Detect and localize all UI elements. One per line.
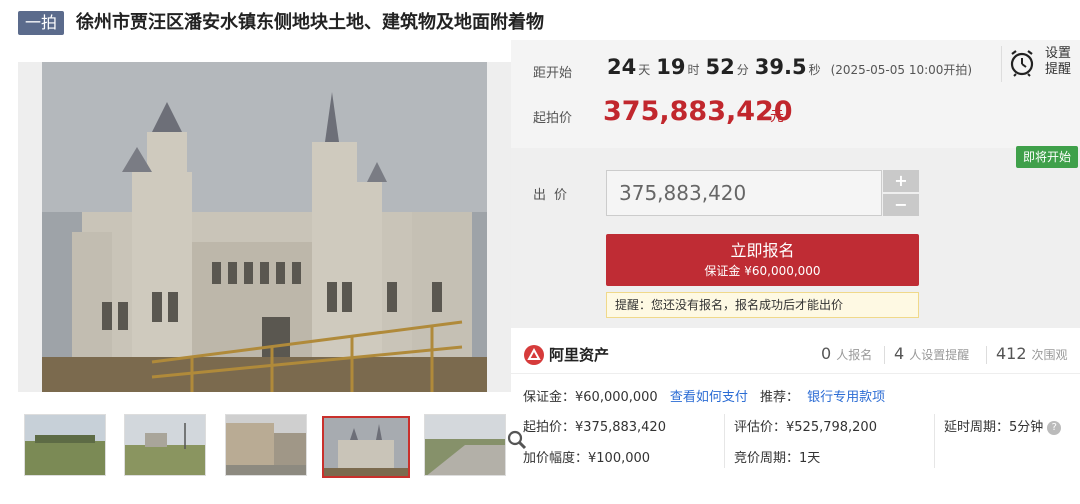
- divider: [986, 346, 987, 364]
- bank-account-link[interactable]: 银行专用款项: [807, 390, 885, 405]
- countdown-days: 24: [607, 55, 637, 79]
- increase-bid-button[interactable]: +: [883, 170, 919, 192]
- days-unit: 天: [638, 63, 651, 77]
- start-price-label: 起拍价: [533, 111, 573, 126]
- register-deposit: 保证金 ¥60,000,000: [704, 264, 821, 278]
- ali-assets-logo-icon: [524, 345, 544, 365]
- register-label: 立即报名: [730, 241, 795, 260]
- alarm-clock-icon: [1010, 50, 1034, 77]
- thumbnail-wall-image: [425, 415, 505, 475]
- reminder-label: 设置提醒: [1045, 46, 1072, 77]
- delay-period-text: 延时周期：5分钟: [944, 420, 1044, 435]
- divider: [1001, 46, 1002, 82]
- castle-photo: [42, 62, 487, 392]
- countdown-label: 距开始: [533, 66, 573, 81]
- auction-round-tag: 一拍: [18, 11, 64, 35]
- bid-amount-input[interactable]: [606, 170, 882, 216]
- registered-stat: 0 人报名: [821, 344, 872, 363]
- registration-tip: 提醒：您还没有报名，报名成功后才能出价: [606, 292, 919, 318]
- countdown-panel: 距开始 24 天 19 时 52 分 39.5 秒 (2025-05-05 10:00开拍) 设…: [511, 40, 1080, 148]
- register-now-button[interactable]: 立即报名 保证金 ¥60,000,000: [606, 234, 919, 286]
- thumbnail-road-image: [125, 415, 205, 475]
- bid-label: 出价: [533, 188, 576, 203]
- thumbnail-2[interactable]: [124, 414, 206, 476]
- page-title: 徐州市贾汪区潘安水镇东侧地块土地、建筑物及地面附着物: [76, 12, 544, 33]
- countdown-seconds: 39.5: [754, 55, 807, 79]
- thumbnail-field-image: [25, 415, 105, 475]
- bidding-cycle-info: 竞价周期：1天: [734, 451, 821, 466]
- deposit-text: 保证金：¥60,000,000: [523, 390, 658, 405]
- decrease-bid-button[interactable]: −: [883, 194, 919, 216]
- start-price-value: 375,883,420: [603, 96, 793, 127]
- registered-label: 人报名: [836, 348, 873, 362]
- views-stat: 412 次围观: [996, 344, 1068, 363]
- bid-stepper: + −: [883, 170, 919, 216]
- deposit-row: 保证金：¥60,000,000 查看如何支付 推荐： 银行专用款项: [523, 389, 885, 407]
- views-count: 412: [996, 344, 1027, 363]
- reminder-stat-label: 人设置提醒: [909, 348, 970, 362]
- help-icon[interactable]: ?: [1047, 420, 1062, 435]
- recommend-label: 推荐：: [760, 390, 800, 405]
- views-label: 次围观: [1031, 348, 1068, 362]
- bid-panel: 即将开始 出价 + − 立即报名 保证金 ¥60,000,000 提醒：您还没有…: [511, 146, 1080, 328]
- thumbnail-strip: [18, 410, 511, 480]
- appraisal-info: 评估价：¥525,798,200: [734, 420, 877, 435]
- increment-info: 加价幅度：¥100,000: [523, 451, 651, 466]
- main-image-viewer[interactable]: [18, 62, 527, 450]
- countdown-hours: 19: [656, 55, 686, 79]
- reminder-count: 4: [894, 344, 905, 363]
- divider: [934, 414, 935, 468]
- start-price-unit: 元: [770, 109, 784, 125]
- divider: [724, 414, 725, 468]
- platform-name: 阿里资产: [549, 346, 610, 364]
- thumbnail-castle-image: [324, 418, 408, 476]
- reminder-stat: 4 人设置提醒: [894, 344, 969, 363]
- stats-row: 阿里资产 0 人报名 4 人设置提醒 412 次围观: [511, 336, 1080, 374]
- hours-unit: 时: [687, 63, 700, 77]
- registered-count: 0: [821, 344, 832, 363]
- thumbnail-4-selected[interactable]: [322, 416, 410, 478]
- divider: [884, 346, 885, 364]
- start-price-info: 起拍价：¥375,883,420: [523, 420, 666, 435]
- minutes-unit: 分: [736, 63, 749, 77]
- start-time: (2025-05-05 10:00开拍): [830, 63, 973, 77]
- thumbnail-building-image: [226, 415, 306, 475]
- thumbnail-5[interactable]: [424, 414, 506, 476]
- how-to-pay-link[interactable]: 查看如何支付: [670, 390, 748, 405]
- thumbnail-3[interactable]: [225, 414, 307, 476]
- countdown-minutes: 52: [705, 55, 735, 79]
- countdown-timer: 24 天 19 时 52 分 39.5 秒 (2025-05-05 10:00开拍): [607, 55, 972, 79]
- seconds-unit: 秒: [808, 63, 821, 77]
- status-badge: 即将开始: [1016, 146, 1078, 168]
- delay-period-info: 延时周期：5分钟?: [944, 419, 1062, 437]
- set-reminder-button[interactable]: 设置提醒: [1003, 44, 1077, 84]
- thumbnail-1[interactable]: [24, 414, 106, 476]
